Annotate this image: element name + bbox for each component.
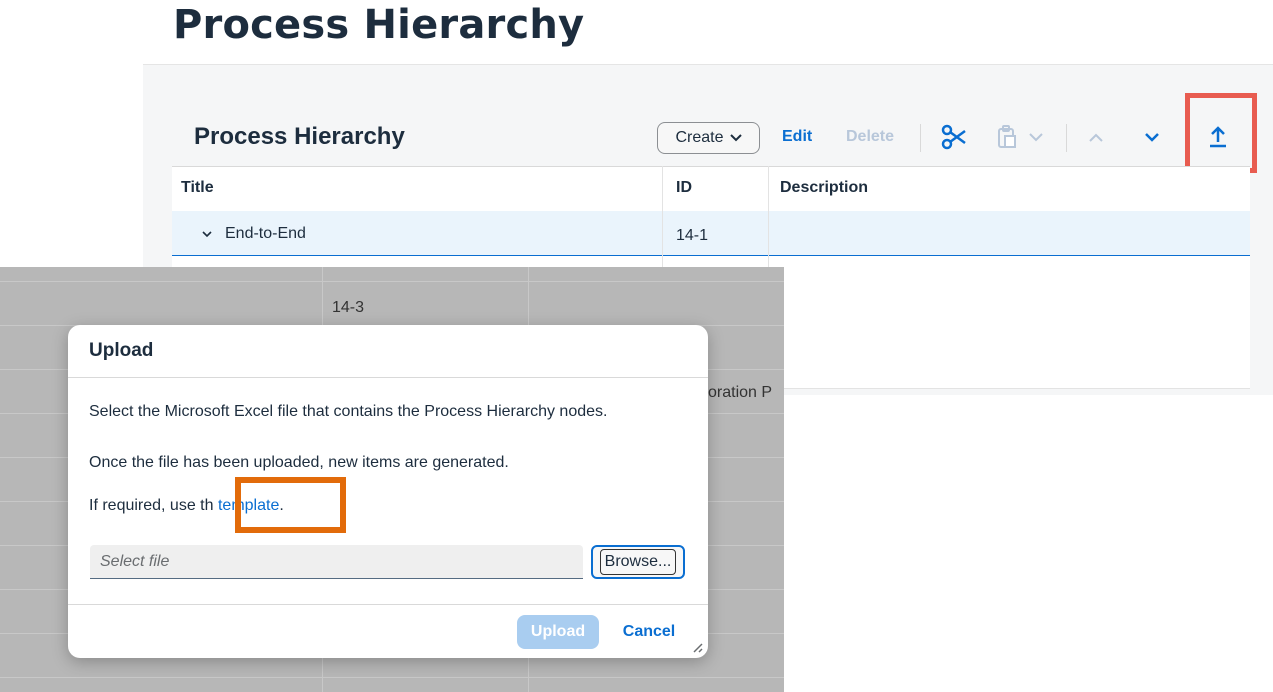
edit-button[interactable]: Edit — [782, 128, 812, 146]
toolbar-separator — [920, 124, 921, 152]
panel-title: Process Hierarchy — [194, 123, 405, 150]
chevron-down-icon — [729, 129, 742, 147]
file-select-placeholder: Select file — [100, 553, 170, 570]
cut-icon[interactable] — [940, 122, 968, 152]
row-title: End-to-End — [225, 225, 306, 242]
dialog-title: Upload — [89, 340, 154, 361]
expand-chevron-icon[interactable] — [202, 225, 212, 243]
resize-grip-icon[interactable] — [690, 640, 704, 658]
column-header-description[interactable]: Description — [780, 179, 868, 197]
instruction-prefix: If required, use th — [89, 497, 214, 514]
page-title: Process Hierarchy — [173, 2, 585, 48]
toolbar-separator — [1066, 124, 1067, 152]
move-up-icon[interactable] — [1088, 122, 1104, 152]
row-id: 14-1 — [676, 227, 709, 244]
move-down-icon[interactable] — [1144, 122, 1160, 152]
browse-button[interactable]: Browse... — [591, 545, 685, 579]
table-header — [172, 166, 1250, 212]
chevron-down-icon[interactable] — [1028, 122, 1044, 152]
dialog-instruction-1: Select the Microsoft Excel file that con… — [89, 403, 608, 420]
column-header-id[interactable]: ID — [676, 179, 692, 197]
dialog-instruction-2: Once the file has been uploaded, new ite… — [89, 454, 509, 471]
background-description-text: oration P — [708, 384, 773, 401]
table-row[interactable]: End-to-End 14-1 — [172, 211, 1250, 256]
template-highlight-box — [235, 477, 346, 533]
create-button-label: Create — [675, 129, 724, 146]
paste-icon[interactable] — [996, 122, 1018, 152]
cancel-button[interactable]: Cancel — [617, 615, 681, 649]
browse-button-label: Browse... — [599, 549, 677, 575]
upload-highlight-box — [1185, 93, 1257, 173]
upload-dialog: Upload Select the Microsoft Excel file t… — [68, 325, 708, 658]
background-row-id: 14-3 — [332, 299, 365, 316]
dialog-footer — [68, 604, 708, 658]
upload-button[interactable]: Upload — [517, 615, 599, 649]
delete-button[interactable]: Delete — [846, 128, 894, 146]
column-header-title[interactable]: Title — [181, 179, 214, 197]
create-button[interactable]: Create — [657, 122, 760, 154]
dialog-header: Upload — [68, 325, 708, 378]
file-select-input[interactable]: Select file — [90, 545, 583, 579]
